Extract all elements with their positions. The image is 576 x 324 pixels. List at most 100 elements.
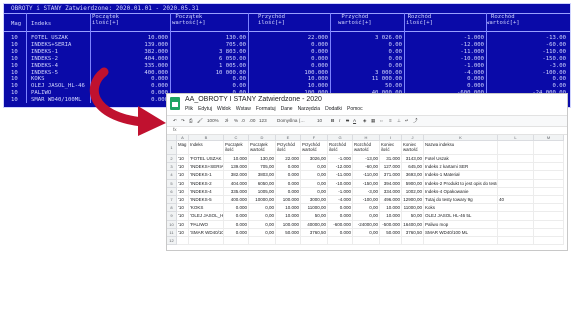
print-icon[interactable]: ⎙ (189, 118, 193, 123)
grid-cell[interactable] (534, 155, 564, 164)
header-cell[interactable]: Przychód wartość (301, 141, 328, 155)
grid-cell[interactable]: -13,00 (353, 155, 380, 164)
grid-cell[interactable]: 496.000 (380, 196, 402, 205)
grid-cell[interactable]: '10 (177, 179, 189, 188)
grid-cell[interactable] (534, 220, 564, 229)
row-header[interactable]: 3 (167, 163, 177, 172)
grid-cell[interactable] (534, 228, 564, 237)
grid-cell[interactable] (498, 212, 534, 221)
grid-cell[interactable]: 335.000 (224, 187, 249, 196)
grid-cell[interactable]: 'INDEKS-1 (189, 171, 224, 180)
decrease-decimal-button[interactable]: .0 (241, 118, 245, 123)
grid-cell[interactable]: -600.000 (328, 220, 353, 229)
grid-cell[interactable]: 0,00 (249, 204, 276, 213)
grid-cell[interactable]: 10.000 (224, 155, 249, 164)
more-formats-button[interactable]: 123 (259, 118, 267, 123)
header-cell[interactable]: Początek wartość (249, 141, 276, 155)
undo-icon[interactable]: ↶ (173, 118, 177, 124)
grid-cell[interactable]: SMAR WD40/100 ML (424, 228, 498, 237)
row-header[interactable]: 11 (167, 228, 177, 237)
grid-cell[interactable] (534, 187, 564, 196)
grid-cell[interactable]: 705,00 (249, 163, 276, 172)
grid-cell[interactable] (498, 155, 534, 164)
row-header[interactable]: 1 (167, 141, 177, 155)
grid-cell[interactable]: '10 (177, 220, 189, 229)
currency-button[interactable]: zł (225, 118, 228, 123)
grid-cell[interactable]: -60,00 (353, 163, 380, 172)
grid-cell[interactable]: 50,00 (301, 212, 328, 221)
grid-cell[interactable]: -4.000 (328, 196, 353, 205)
grid-cell[interactable]: 0.000 (224, 228, 249, 237)
menu-item-plik[interactable]: Plik (185, 106, 193, 112)
grid-cell[interactable]: 3803,00 (249, 171, 276, 180)
grid-cell[interactable]: Paliwo mop (424, 220, 498, 229)
grid-cell[interactable]: 0.000 (328, 212, 353, 221)
font-select[interactable]: Domyślna (… (277, 118, 305, 123)
row-header[interactable]: 2 (167, 155, 177, 164)
header-cell[interactable] (534, 141, 564, 155)
grid-cell[interactable]: 0.000 (276, 179, 301, 188)
header-cell[interactable]: Koniec wartość (402, 141, 424, 155)
menu-item-dane[interactable]: Dane (281, 106, 293, 112)
grid-cell[interactable]: 'SMAR WD40/100ML (189, 228, 224, 237)
grid-cell[interactable]: 404.000 (224, 179, 249, 188)
increase-decimal-button[interactable]: .00 (249, 118, 255, 123)
redo-icon[interactable]: ↷ (181, 118, 185, 124)
grid-cell[interactable] (276, 237, 301, 246)
grid-cell[interactable] (498, 179, 534, 188)
grid-cell[interactable]: '10 (177, 204, 189, 213)
grid-cell[interactable]: 3760,50 (402, 228, 424, 237)
grid-cell[interactable] (498, 220, 534, 229)
grid-cell[interactable] (534, 196, 564, 205)
valign-icon[interactable]: ⊥ (397, 118, 401, 124)
grid-cell[interactable]: Indeks-2 Produkt to jest opis do testów … (424, 179, 498, 188)
grid-cell[interactable]: 0.000 (276, 163, 301, 172)
menu-item-formatuj[interactable]: Formatuj (256, 106, 276, 112)
grid-cell[interactable]: -11.000 (328, 171, 353, 180)
grid-cell[interactable]: -3,00 (353, 187, 380, 196)
grid-cell[interactable]: 3693,00 (402, 171, 424, 180)
grid-cell[interactable]: 130,00 (249, 155, 276, 164)
strikethrough-button[interactable]: S (346, 118, 349, 123)
grid-cell[interactable]: -500.000 (380, 220, 402, 229)
grid-cell[interactable]: 'PALIWO (189, 220, 224, 229)
row-header[interactable]: 8 (167, 204, 177, 213)
grid-cell[interactable]: -110,00 (353, 171, 380, 180)
grid-cell[interactable]: 31.000 (380, 155, 402, 164)
grid-cell[interactable]: -12.000 (328, 163, 353, 172)
grid-cell[interactable]: 10.000 (276, 212, 301, 221)
menu-item-edytuj[interactable]: Edytuj (198, 106, 212, 112)
row-header[interactable]: 10 (167, 220, 177, 229)
grid-cell[interactable]: 50.000 (276, 228, 301, 237)
grid-cell[interactable]: 10.000 (380, 212, 402, 221)
grid-cell[interactable] (498, 187, 534, 196)
grid-cell[interactable] (498, 204, 534, 213)
document-title[interactable]: AA_OBROTY I STANY Zatwierdzone - 2020 (185, 96, 322, 103)
grid-cell[interactable]: 645,00 (402, 163, 424, 172)
row-header[interactable]: 7 (167, 196, 177, 205)
header-cell[interactable]: Rozchód ilość (328, 141, 353, 155)
grid-cell[interactable]: 0,00 (301, 187, 328, 196)
grid-cell[interactable]: 1002,00 (402, 187, 424, 196)
align-icon[interactable]: ≡ (389, 118, 392, 123)
grid-cell[interactable]: 3143,00 (402, 155, 424, 164)
grid-cell[interactable] (249, 237, 276, 246)
merge-icon[interactable]: ⇔ (379, 118, 384, 123)
header-cell[interactable] (498, 141, 534, 155)
grid-cell[interactable]: 100.000 (276, 196, 301, 205)
grid-cell[interactable]: 'FOTEL USZAK (189, 155, 224, 164)
grid-cell[interactable]: 0.000 (224, 220, 249, 229)
grid-cell[interactable] (498, 228, 534, 237)
grid-cell[interactable] (534, 179, 564, 188)
grid-cell[interactable] (534, 212, 564, 221)
grid-cell[interactable]: -100,00 (353, 196, 380, 205)
borders-icon[interactable]: ▦ (371, 118, 375, 124)
grid-cell[interactable]: 0,00 (249, 220, 276, 229)
grid-cell[interactable]: '10 (177, 212, 189, 221)
grid-cell[interactable]: '10 (177, 163, 189, 172)
grid-cell[interactable]: 0,00 (353, 228, 380, 237)
menu-item-wstaw[interactable]: Wstaw (236, 106, 251, 112)
grid-cell[interactable] (353, 237, 380, 246)
menu-item-dodatki[interactable]: Dodatki (325, 106, 342, 112)
font-size-select[interactable]: 10 (317, 118, 322, 123)
